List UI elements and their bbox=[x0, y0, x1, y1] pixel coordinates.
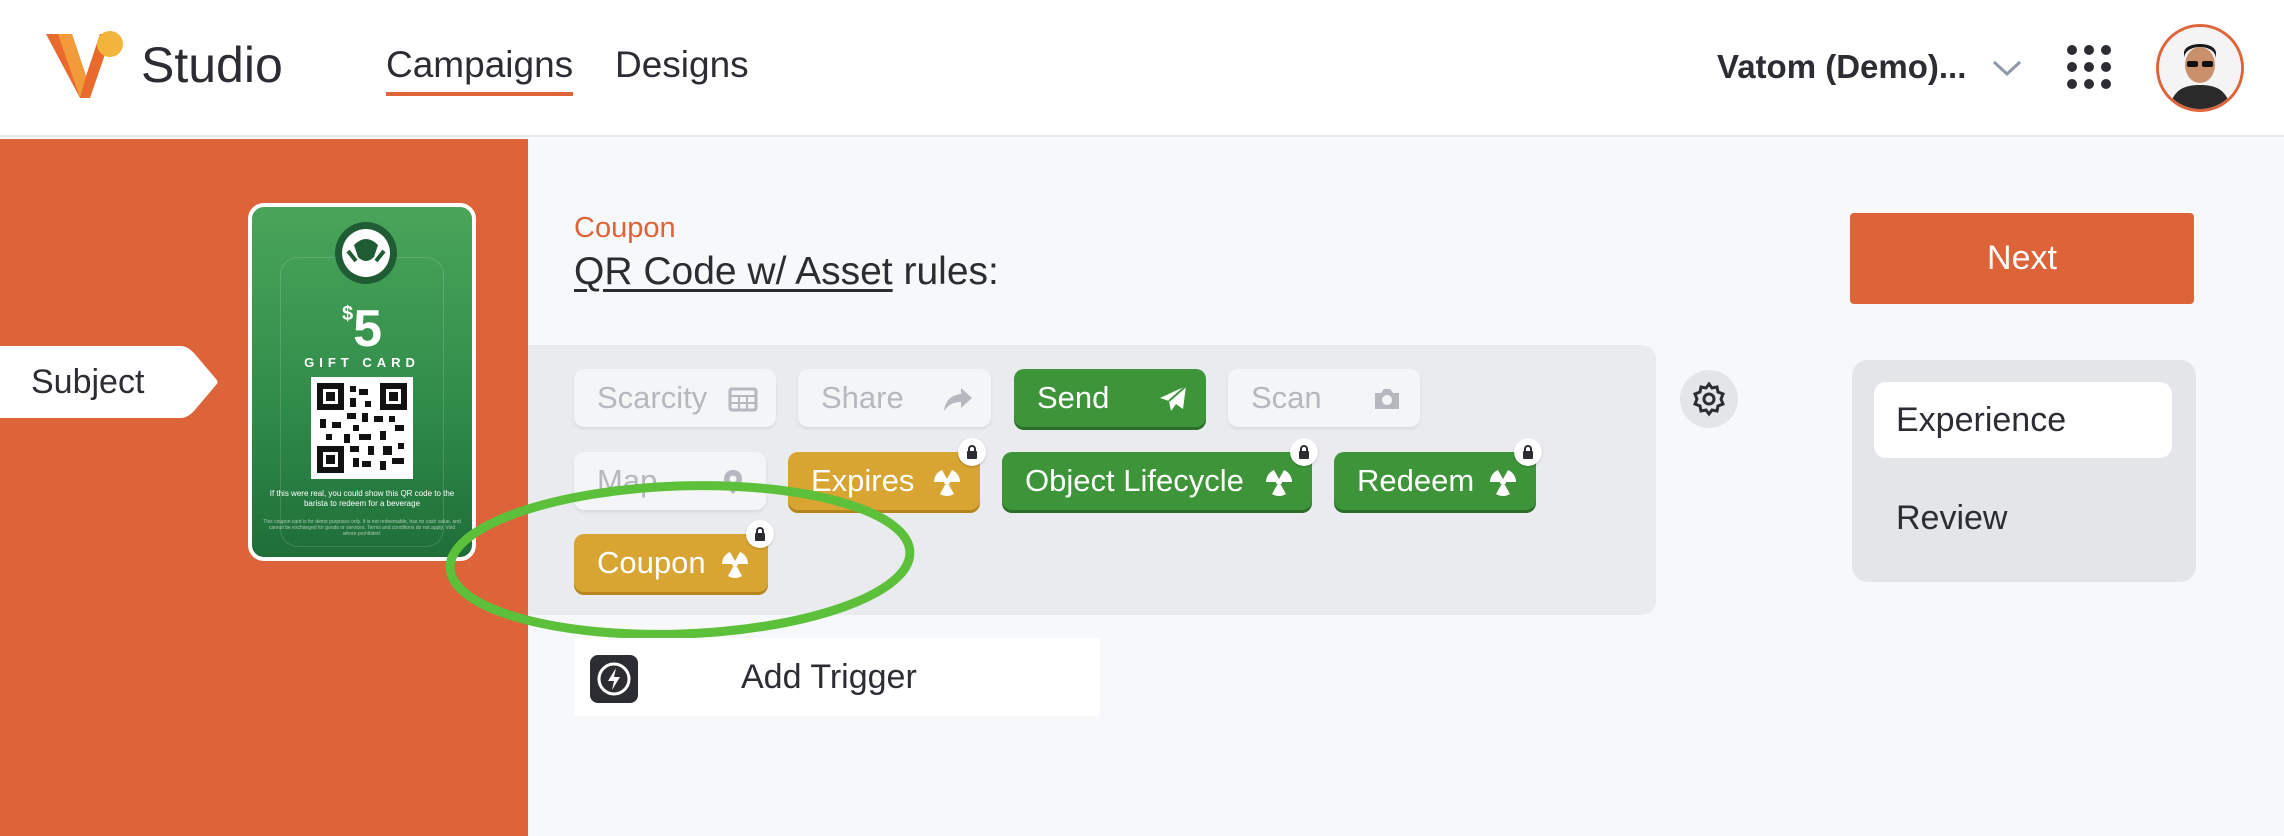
qr-code-icon bbox=[317, 383, 407, 473]
org-switcher[interactable]: Vatom (Demo)... bbox=[1717, 48, 1966, 86]
studio-logo-icon[interactable] bbox=[42, 28, 132, 104]
lock-icon bbox=[1514, 438, 1542, 466]
user-portrait-icon bbox=[2159, 27, 2241, 109]
card-amount: $5 bbox=[341, 300, 383, 358]
qr-code bbox=[311, 377, 413, 479]
gear-icon bbox=[1693, 381, 1725, 417]
camera-icon bbox=[1375, 389, 1399, 409]
step-experience[interactable]: Experience bbox=[1874, 382, 2172, 458]
siren-logo-icon bbox=[335, 222, 397, 284]
chip-redeem[interactable]: Redeem bbox=[1334, 438, 1542, 510]
add-trigger-button[interactable]: Add Trigger bbox=[574, 638, 1100, 716]
lock-icon bbox=[958, 438, 986, 466]
add-trigger-label: Add Trigger bbox=[741, 658, 917, 696]
card-fine-print: This coupon card is for demo purposes on… bbox=[263, 519, 461, 537]
chip-send[interactable]: Send bbox=[1014, 369, 1206, 427]
design-name-link[interactable]: QR Code w/ Asset bbox=[574, 250, 893, 293]
brand-name: Studio bbox=[141, 37, 283, 93]
step-review[interactable]: Review bbox=[1874, 480, 2172, 556]
next-button[interactable]: Next bbox=[1850, 213, 2194, 304]
lock-icon bbox=[1290, 438, 1318, 466]
apps-grid-icon[interactable] bbox=[2066, 44, 2112, 90]
chip-scarcity[interactable]: Scarcity bbox=[574, 369, 776, 427]
card-note: If this were real, you could show this Q… bbox=[269, 489, 455, 508]
chip-object-lifecycle[interactable]: Object Lifecycle bbox=[1002, 438, 1318, 510]
share-arrow-icon bbox=[944, 388, 972, 411]
card-gift-label: GIFT CARD bbox=[304, 355, 420, 370]
nav-campaigns[interactable]: Campaigns bbox=[386, 44, 574, 96]
rules-title: QR Code w/ Asset rules: bbox=[574, 250, 999, 293]
design-type-label: Coupon bbox=[574, 212, 676, 244]
subject-label: Subject bbox=[31, 363, 145, 401]
calendar-grid-icon bbox=[728, 387, 758, 412]
settings-button[interactable] bbox=[1680, 370, 1738, 428]
subject-tab[interactable]: Subject bbox=[0, 346, 218, 418]
chip-scan[interactable]: Scan bbox=[1228, 369, 1420, 427]
radiation-icon bbox=[1490, 470, 1516, 497]
user-avatar[interactable] bbox=[2156, 24, 2244, 112]
nav-designs[interactable]: Designs bbox=[615, 44, 749, 86]
chevron-down-icon[interactable] bbox=[1990, 56, 2024, 80]
chip-share[interactable]: Share bbox=[798, 369, 991, 427]
paper-plane-icon bbox=[1160, 385, 1187, 411]
top-header: Studio Campaigns Designs Vatom (Demo)... bbox=[0, 0, 2284, 137]
steps-panel: Experience Review bbox=[1852, 360, 2196, 582]
highlight-circle-annotation bbox=[445, 481, 915, 639]
radiation-icon bbox=[934, 470, 960, 497]
lightning-icon bbox=[590, 655, 638, 703]
radiation-icon bbox=[1266, 470, 1292, 497]
